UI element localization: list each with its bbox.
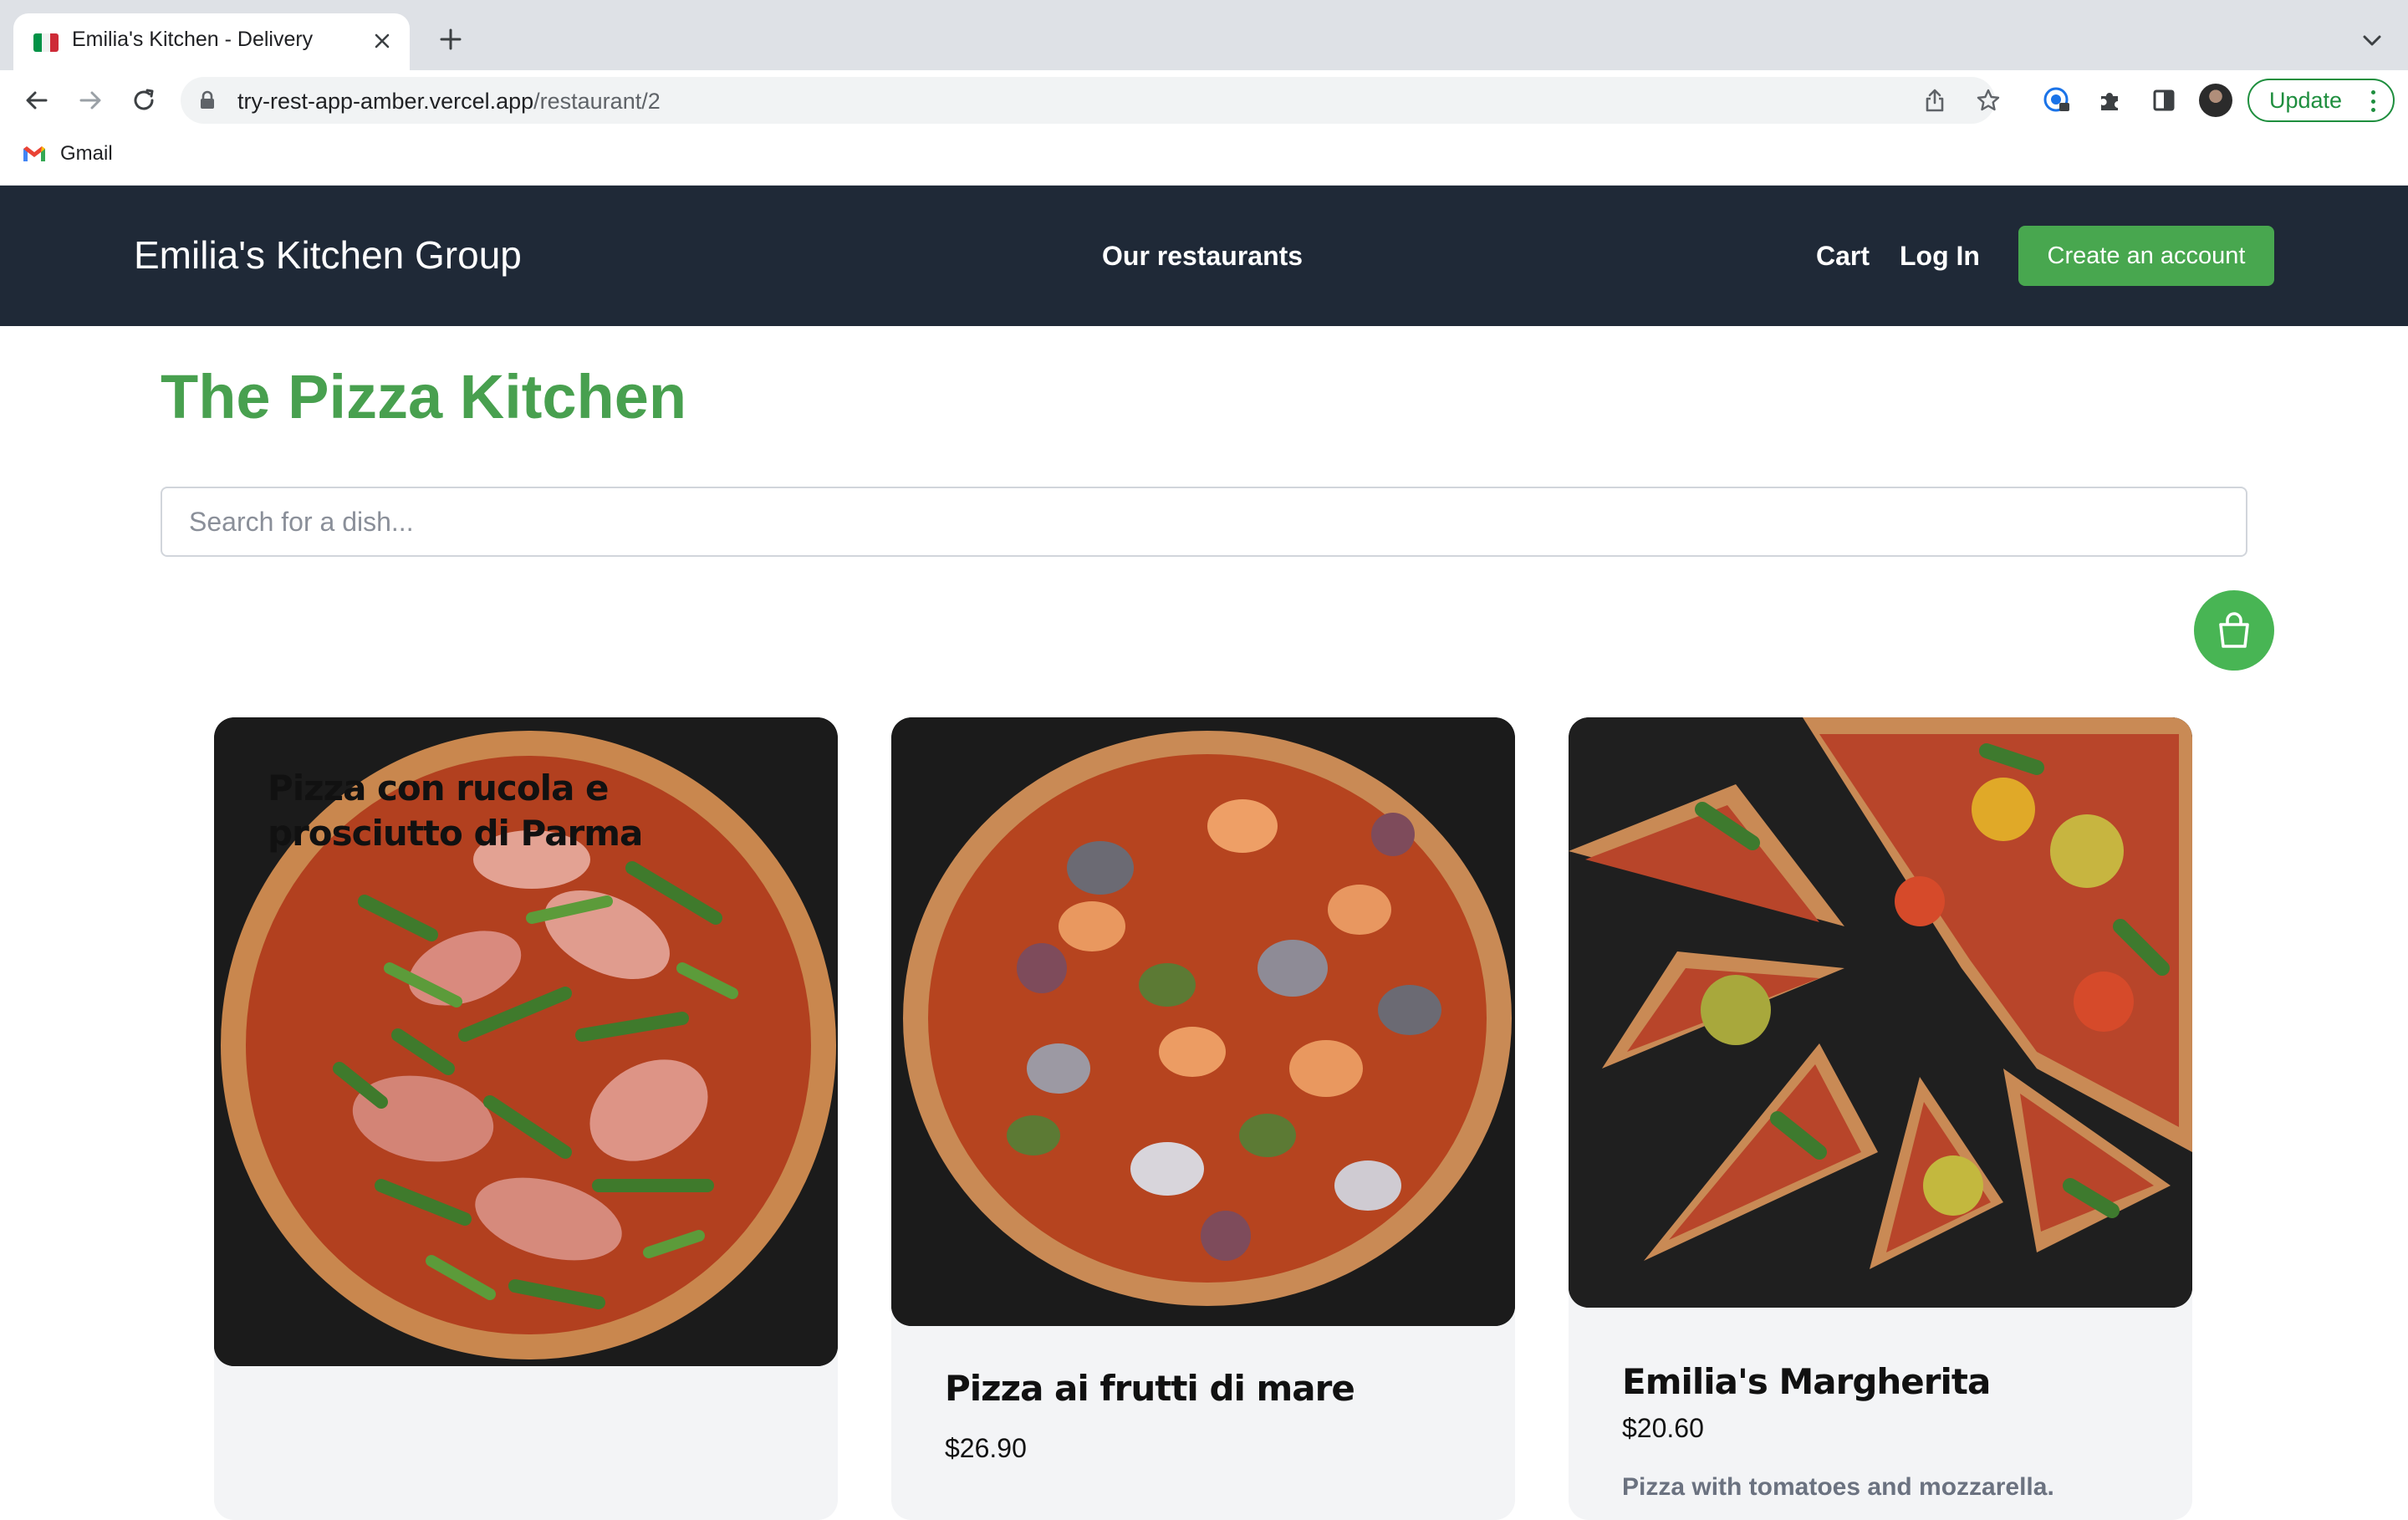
create-account-label: Create an account bbox=[2047, 242, 2246, 269]
browser-tab[interactable]: Emilia's Kitchen - Delivery bbox=[13, 13, 410, 70]
dish-image-seafood bbox=[891, 717, 1515, 1326]
shopping-bag-icon bbox=[2219, 612, 2249, 648]
bookmark-label: Gmail bbox=[60, 142, 113, 165]
nav-our-restaurants[interactable]: Our restaurants bbox=[1102, 241, 1303, 272]
profile-avatar[interactable] bbox=[2199, 84, 2232, 117]
dish-description: Pizza with tomatoes and mozzarella. bbox=[1622, 1473, 2054, 1501]
url-text: try-rest-app-amber.vercel.app/restaurant… bbox=[237, 89, 661, 115]
dish-name: Pizza con rucola e prosciutto di Parma bbox=[268, 768, 643, 854]
italy-flag-icon bbox=[33, 33, 59, 52]
url-host: try-rest-app-amber.vercel.app bbox=[237, 89, 534, 114]
tab-title: Emilia's Kitchen - Delivery bbox=[72, 28, 314, 51]
dish-search-input[interactable] bbox=[161, 487, 2247, 557]
update-button[interactable]: Update bbox=[2247, 79, 2395, 122]
bookmark-star-icon[interactable] bbox=[1973, 85, 2003, 115]
lock-icon[interactable] bbox=[199, 90, 216, 115]
url-path: /restaurant/2 bbox=[533, 89, 661, 114]
new-tab-icon[interactable] bbox=[435, 23, 467, 55]
brand-link[interactable]: Emilia's Kitchen Group bbox=[134, 232, 522, 278]
dish-name: Emilia's Margherita bbox=[1622, 1361, 1991, 1402]
address-bar[interactable]: try-rest-app-amber.vercel.app/restaurant… bbox=[181, 77, 2000, 124]
back-icon[interactable] bbox=[18, 82, 55, 119]
bookmark-gmail[interactable]: Gmail bbox=[22, 142, 113, 166]
site-header: Emilia's Kitchen Group Our restaurants C… bbox=[0, 186, 2408, 326]
dish-name: Pizza ai frutti di mare bbox=[945, 1368, 1355, 1409]
restaurant-title: The Pizza Kitchen bbox=[161, 362, 687, 431]
dish-price: $26.90 bbox=[945, 1433, 1027, 1463]
side-panel-icon[interactable] bbox=[2145, 82, 2182, 119]
browser-tabstrip: Emilia's Kitchen - Delivery bbox=[0, 0, 2408, 70]
nav-login[interactable]: Log In bbox=[1900, 241, 1980, 272]
update-label: Update bbox=[2269, 87, 2343, 113]
dish-price: $20.60 bbox=[1622, 1413, 1704, 1443]
chevron-down-icon[interactable] bbox=[2360, 28, 2385, 54]
extensions-puzzle-icon[interactable] bbox=[2092, 82, 2129, 119]
password-manager-extension-icon[interactable] bbox=[2038, 82, 2075, 119]
more-vert-icon[interactable] bbox=[2371, 90, 2376, 112]
dish-card[interactable]: Pizza con rucola e prosciutto di Parma bbox=[214, 717, 838, 1520]
nav-cart[interactable]: Cart bbox=[1816, 241, 1870, 272]
create-account-button[interactable]: Create an account bbox=[2018, 226, 2274, 286]
share-icon[interactable] bbox=[1920, 85, 1950, 115]
dish-card[interactable]: Emilia's Margherita $20.60 Pizza with to… bbox=[1569, 717, 2192, 1520]
cart-floating-button[interactable] bbox=[2194, 590, 2274, 671]
bookmarks-bar: Gmail bbox=[0, 130, 2408, 186]
close-tab-icon[interactable] bbox=[368, 27, 396, 55]
browser-toolbar: try-rest-app-amber.vercel.app/restaurant… bbox=[0, 70, 2408, 130]
reload-icon[interactable] bbox=[125, 82, 162, 119]
dish-card[interactable]: Pizza ai frutti di mare $26.90 bbox=[891, 717, 1515, 1520]
dish-image-margherita bbox=[1569, 717, 2192, 1308]
forward-icon[interactable] bbox=[72, 82, 109, 119]
gmail-icon bbox=[23, 146, 45, 161]
